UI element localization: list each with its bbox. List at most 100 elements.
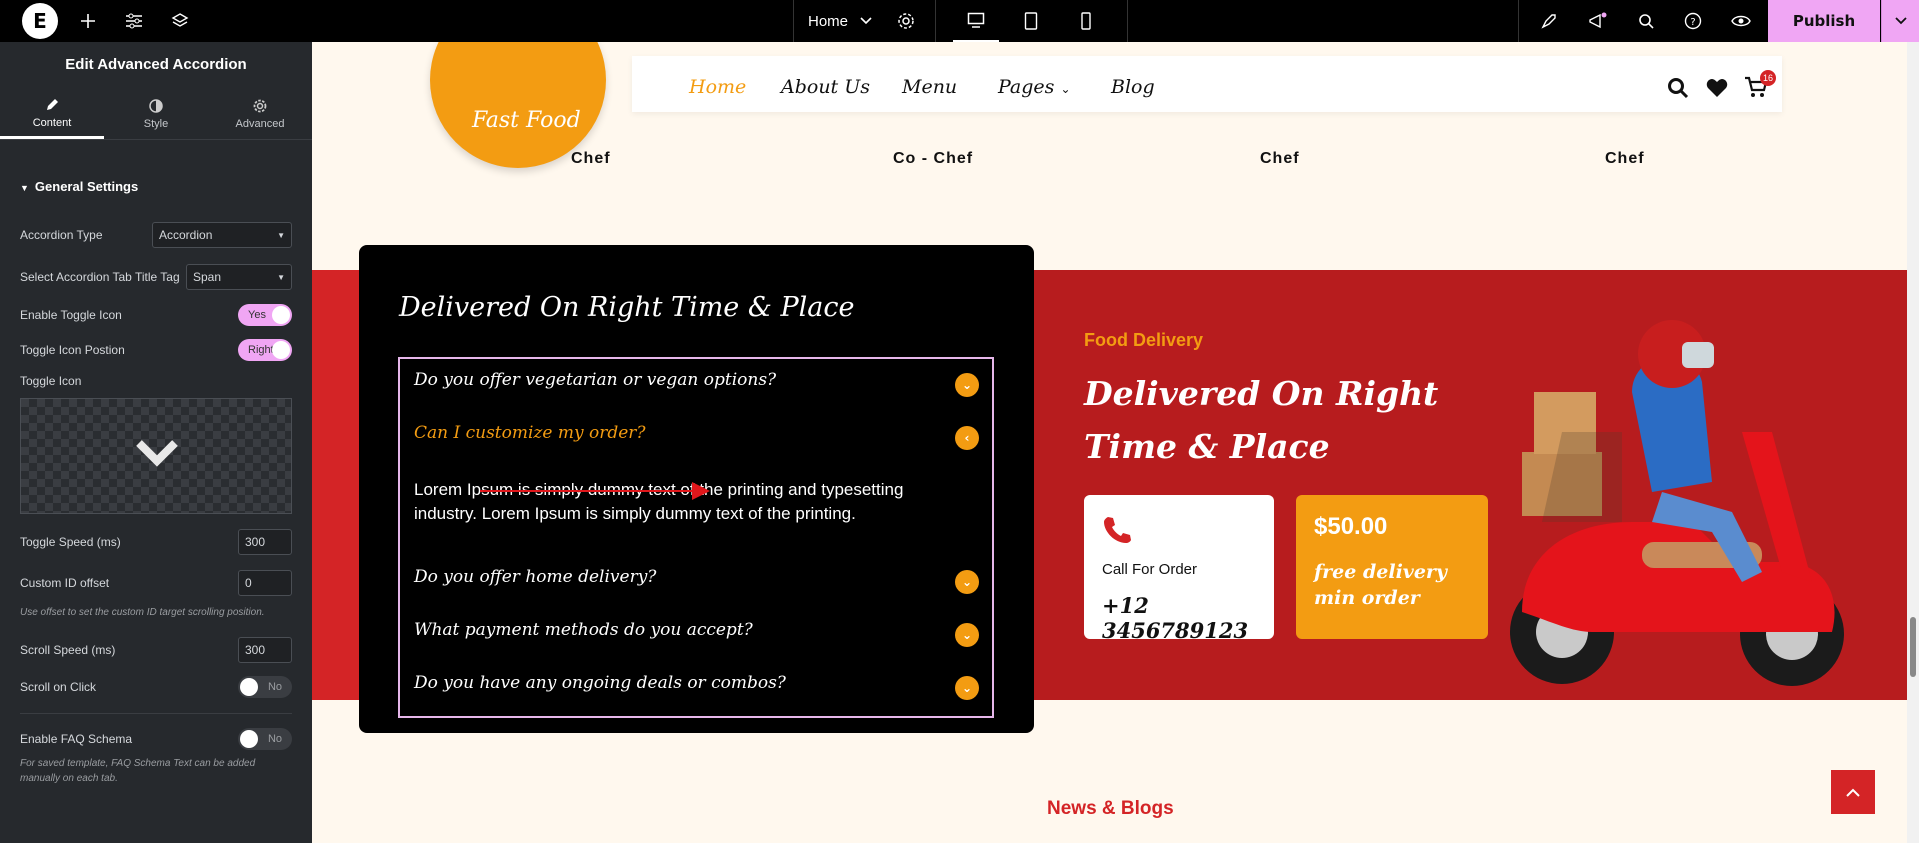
delivery-scooter-image (1510, 320, 1844, 686)
news-heading: News & Blogs (1047, 798, 1174, 819)
chevron-down-icon: ⌄ (1060, 82, 1071, 96)
cart-count-badge: 16 (1760, 70, 1776, 86)
caret-down-icon: ▼ (277, 272, 285, 282)
tab-content-label: Content (32, 116, 72, 129)
section-general-settings[interactable]: ▼ General Settings (20, 179, 138, 194)
price-note: free delivery min order (1314, 561, 1447, 609)
enable-toggle-switch[interactable]: Yes (238, 304, 292, 326)
panel-title: Edit Advanced Accordion (65, 55, 247, 73)
nav-pages-label: Pages (998, 76, 1055, 98)
megaphone-icon[interactable] (1584, 0, 1612, 42)
search-icon[interactable] (1667, 77, 1689, 99)
editor-panel: Edit Advanced Accordion Content Style Ad… (0, 42, 312, 843)
nav-about[interactable]: About Us (781, 76, 870, 98)
search-icon[interactable] (1632, 0, 1660, 42)
faq-schema-label: Enable FAQ Schema (20, 732, 133, 746)
annotation-arrow (480, 490, 698, 492)
contrast-icon (149, 99, 163, 113)
mobile-icon[interactable] (1063, 0, 1109, 42)
toggle-speed-label: Toggle Speed (ms) (20, 535, 121, 549)
title-tag-label: Select Accordion Tab Title Tag (20, 270, 180, 284)
toggle-icon-picker[interactable] (20, 398, 292, 514)
caret-down-icon: ▼ (20, 183, 29, 193)
nav-home[interactable]: Home (689, 76, 746, 98)
accordion-type-value: Accordion (159, 228, 213, 242)
chevron-down-icon[interactable]: ⌄ (955, 373, 979, 397)
chevron-down-icon (136, 440, 178, 467)
tab-advanced[interactable]: Advanced (208, 90, 312, 139)
accordion-tab-4[interactable]: What payment methods do you accept? (414, 620, 753, 640)
faq-schema-switch[interactable]: No (238, 728, 292, 750)
food-delivery-title: Delivered On Right Time & Place (1084, 374, 1439, 466)
chevron-up-icon (1846, 788, 1860, 797)
back-to-top-button[interactable] (1831, 770, 1875, 814)
publish-button[interactable]: Publish (1768, 0, 1880, 42)
accordion-type-label: Accordion Type (20, 228, 103, 242)
accordion-tab-5[interactable]: Do you have any ongoing deals or combos? (414, 673, 786, 693)
page-canvas: Fast Food Home About Us Menu Pages ⌄ Blo… (312, 42, 1919, 843)
sliders-icon[interactable] (120, 0, 148, 42)
eye-icon[interactable] (1727, 0, 1755, 42)
canvas-scrollbar[interactable] (1907, 42, 1919, 843)
toggle-speed-input[interactable]: 300 (238, 529, 292, 555)
nav-blog[interactable]: Blog (1111, 76, 1155, 98)
enable-toggle-value: Yes (248, 309, 266, 321)
accordion-type-select[interactable]: Accordion ▼ (152, 222, 292, 248)
call-card: Call For Order +12 3456789123 (1084, 495, 1274, 643)
canvas-scroll-thumb[interactable] (1910, 617, 1916, 677)
title-tag-select[interactable]: Span ▼ (186, 264, 292, 290)
faq-note: For saved template, FAQ Schema Text can … (20, 758, 256, 784)
food-delivery-label: Food Delivery (1084, 330, 1204, 350)
chevron-down-icon[interactable]: ⌄ (955, 676, 979, 700)
elementor-logo[interactable]: E (22, 3, 58, 39)
toggle-position-value: Right (248, 344, 274, 356)
pencil-icon (47, 98, 58, 110)
nav-menu[interactable]: Menu (902, 76, 957, 98)
caret-down-icon: ▼ (277, 230, 285, 240)
chevron-down-icon[interactable]: ⌄ (955, 623, 979, 647)
gear-icon[interactable] (893, 0, 919, 42)
scroll-click-value: No (267, 681, 282, 693)
accordion-tab-2[interactable]: Can I customize my order? (414, 423, 646, 443)
custom-id-label: Custom ID offset (20, 576, 110, 590)
enable-toggle-label: Enable Toggle Icon (20, 308, 122, 322)
accordion-heading: Delivered On Right Time & Place (399, 292, 855, 323)
custom-id-note: Use offset to set the custom ID target s… (20, 607, 265, 618)
gear-icon (253, 99, 267, 113)
heart-icon[interactable] (1706, 78, 1728, 98)
page-select[interactable]: Home (808, 0, 878, 42)
price-value: $50.00 (1314, 513, 1388, 540)
team-role: Chef (571, 150, 611, 167)
title-tag-value: Span (193, 270, 222, 284)
section-title: General Settings (34, 179, 139, 194)
help-icon[interactable]: ? (1679, 0, 1707, 42)
nav-pages[interactable]: Pages ⌄ (998, 76, 1071, 98)
scroll-speed-input[interactable]: 300 (238, 637, 292, 663)
svg-text:?: ? (1690, 17, 1695, 28)
rocket-icon[interactable] (1535, 0, 1563, 42)
toggle-icon-label: Toggle Icon (20, 374, 82, 388)
phone-number[interactable]: +12 3456789123 (1102, 593, 1274, 643)
accordion-tab-3[interactable]: Do you offer home delivery? (414, 567, 656, 587)
publish-options-button[interactable] (1881, 0, 1919, 42)
scroll-click-switch[interactable]: No (238, 676, 292, 698)
accordion-selected-frame (398, 357, 994, 718)
tab-content[interactable]: Content (0, 90, 104, 139)
chevron-down-icon (1894, 17, 1907, 25)
layers-icon[interactable] (166, 0, 194, 42)
team-role: Chef (1260, 150, 1300, 167)
team-role: Co - Chef (893, 150, 974, 167)
chevron-left-icon[interactable]: ‹ (955, 426, 979, 450)
faq-schema-value: No (267, 733, 282, 745)
toggle-position-switch[interactable]: Right (238, 339, 292, 361)
scroll-click-label: Scroll on Click (20, 680, 97, 694)
tablet-icon[interactable] (1008, 0, 1054, 42)
desktop-icon[interactable] (953, 0, 999, 42)
panel-tabs: Content Style Advanced (0, 90, 312, 140)
chevron-down-icon[interactable]: ⌄ (955, 570, 979, 594)
accordion-tab-1[interactable]: Do you offer vegetarian or vegan options… (414, 370, 776, 390)
plus-icon[interactable] (74, 0, 102, 42)
custom-id-input[interactable]: 0 (238, 570, 292, 596)
site-logo-text: Fast Food (472, 108, 581, 133)
tab-style[interactable]: Style (104, 90, 208, 139)
